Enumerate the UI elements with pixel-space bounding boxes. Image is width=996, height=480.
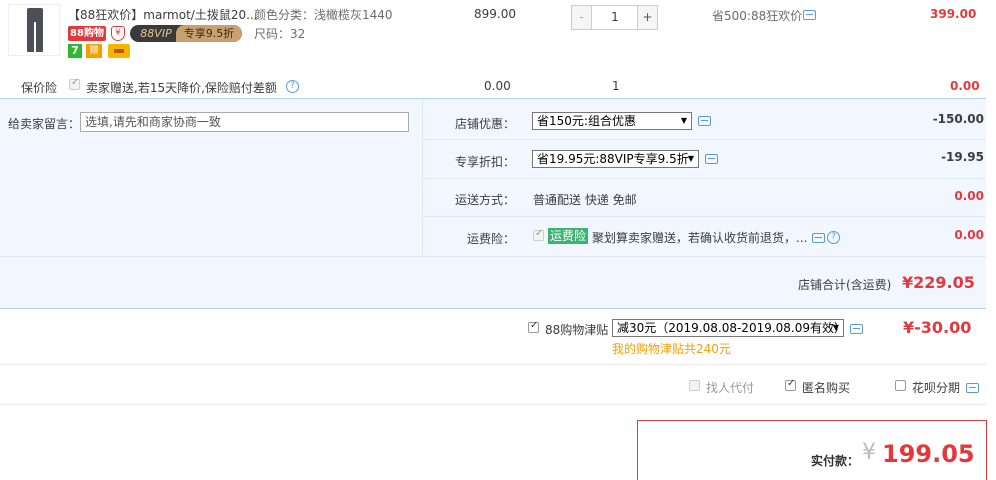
product-thumbnail[interactable] xyxy=(8,4,60,56)
help-icon[interactable]: ? xyxy=(827,231,840,244)
pants-image xyxy=(27,8,43,52)
vip-discount-amount: -19.95 xyxy=(941,150,984,164)
row-divider xyxy=(423,216,986,217)
section-divider xyxy=(0,364,986,365)
comment-icon[interactable] xyxy=(850,324,863,334)
comment-icon[interactable] xyxy=(966,383,979,393)
anonymous-label[interactable]: 匿名购买 xyxy=(802,379,850,396)
insurance-text: 卖家赠送,若15天降价,保险赔付差额 xyxy=(86,81,277,95)
insurance-quantity: 1 xyxy=(612,79,620,93)
jintie-label: 88购物津贴 xyxy=(545,323,609,337)
proxy-pay-checkbox[interactable] xyxy=(689,380,700,391)
freight-insurance-amount: 0.00 xyxy=(954,228,984,242)
proxy-pay-label[interactable]: 找人代付 xyxy=(706,379,754,396)
vip-discount-select[interactable]: 省19.95元:88VIP专享9.5折 xyxy=(532,150,699,168)
88-shopping-badge: 88购物 xyxy=(68,26,106,41)
insurance-checkbox[interactable] xyxy=(69,77,80,90)
store-discount-amount: -150.00 xyxy=(932,112,984,126)
unit-price: 899.00 xyxy=(474,7,516,21)
pay-currency: ¥ xyxy=(862,440,876,465)
comment-icon[interactable] xyxy=(803,10,816,20)
comment-icon[interactable] xyxy=(698,116,711,126)
jintie-note: 我的购物津贴共240元 xyxy=(612,342,731,356)
insurance-subtotal: 0.00 xyxy=(950,79,980,93)
jintie-select[interactable]: 减30元（2019.08.08-2019.08.09有效） xyxy=(612,319,846,337)
jintie-amount: ¥-30.00 xyxy=(903,318,972,337)
store-total-value: ¥229.05 xyxy=(902,273,975,292)
freight-insurance-tag: 运费险 xyxy=(548,228,589,244)
freight-insurance-checkbox[interactable] xyxy=(533,228,544,241)
attr-color: 颜色分类：浅橄榄灰1440 xyxy=(254,8,393,22)
item-subtotal: 399.00 xyxy=(930,7,977,21)
section-divider xyxy=(0,404,986,405)
vip-rate: 专享9.5折 xyxy=(176,25,242,42)
store-total-label: 店铺合计(含运费) xyxy=(798,278,892,292)
huabei-label[interactable]: 花呗分期 xyxy=(912,379,960,396)
gift-icon: 赠 xyxy=(86,44,102,58)
message-input[interactable]: 选填,请先和商家协商一致 xyxy=(80,112,409,132)
shield-icon: ¥ xyxy=(111,26,125,41)
pay-amount: 199.05 xyxy=(882,440,975,468)
vip-discount-label: 专享折扣： xyxy=(454,155,515,169)
huabei-checkbox[interactable] xyxy=(895,380,906,391)
row-divider xyxy=(0,256,986,257)
product-title[interactable]: 【88狂欢价】marmot/土拨鼠20... xyxy=(68,6,258,23)
attr-size: 尺码：32 xyxy=(254,27,306,41)
row-divider xyxy=(423,178,986,179)
message-label: 给卖家留言： xyxy=(8,117,81,131)
checkout-order: 【88狂欢价】marmot/土拨鼠20... 88购物 ¥ 88VIP 专享9.… xyxy=(0,0,996,480)
freight-insurance-text: 聚划算卖家赠送，若确认收货前退货，... xyxy=(592,231,808,245)
shipping-method: 普通配送 快递 免邮 xyxy=(533,193,637,207)
pay-label: 实付款： xyxy=(811,454,860,468)
comment-icon[interactable] xyxy=(812,233,825,243)
qty-minus-button[interactable]: - xyxy=(572,6,592,29)
store-discount-label: 店铺优惠： xyxy=(454,117,515,131)
row-divider xyxy=(423,139,986,140)
shipping-amount: 0.00 xyxy=(954,189,984,203)
qty-input[interactable]: 1 xyxy=(593,6,637,29)
vip-discount-badge: 88VIP 专享9.5折 xyxy=(130,25,242,42)
insurance-price: 0.00 xyxy=(484,79,511,93)
card-payment-icon xyxy=(108,44,130,58)
jintie-checkbox[interactable] xyxy=(528,320,539,333)
anonymous-checkbox[interactable] xyxy=(785,378,796,391)
insurance-label: 保价险 xyxy=(21,81,58,95)
help-icon[interactable]: ? xyxy=(286,80,299,93)
comment-icon[interactable] xyxy=(705,154,718,164)
promotion-text: 省500:88狂欢价 xyxy=(712,9,803,23)
freight-insurance-label: 运费险： xyxy=(466,232,515,246)
shipping-label: 运送方式： xyxy=(454,193,515,207)
quantity-stepper: - 1 + xyxy=(571,5,658,30)
store-discount-select[interactable]: 省150元:组合优惠 xyxy=(532,112,692,130)
seven-day-return-icon: 7 xyxy=(68,44,82,58)
qty-plus-button[interactable]: + xyxy=(637,6,657,29)
vip-label: 88VIP xyxy=(140,27,172,40)
